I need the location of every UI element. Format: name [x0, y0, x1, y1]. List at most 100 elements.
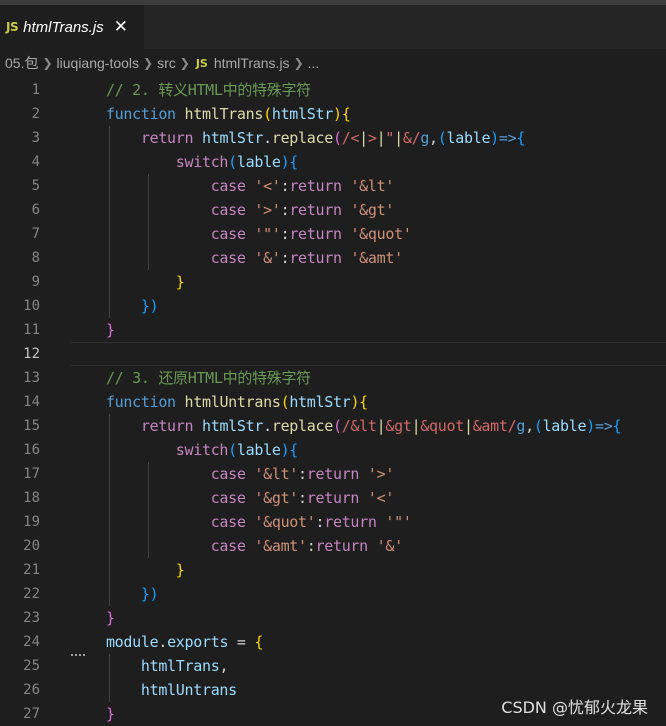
code-text: htmlUntrans — [140, 681, 237, 699]
line-number: 22 — [23, 586, 40, 602]
code-text: case '>':return '&gt' — [210, 201, 395, 219]
line-number: 17 — [23, 466, 40, 482]
line-number: 27 — [23, 706, 40, 722]
code-line[interactable]: 4 switch(lable){ — [0, 150, 666, 174]
code-line[interactable]: 17 case '&lt':return '>' — [0, 462, 666, 486]
code-text: switch(lable){ — [175, 153, 299, 171]
code-text: switch(lable){ — [175, 441, 299, 459]
code-text: function htmlUntrans(htmlStr){ — [105, 393, 368, 411]
tab-htmltrans-js[interactable]: JS htmlTrans.js ✕ — [0, 5, 144, 49]
code-line[interactable]: 8 case '&':return '&amt' — [0, 246, 666, 270]
line-number: 23 — [23, 610, 40, 626]
breadcrumb-item-project[interactable]: liuqiang-tools — [57, 55, 140, 71]
code-line[interactable]: 16 switch(lable){ — [0, 438, 666, 462]
line-number: 18 — [23, 490, 40, 506]
indent-guide — [148, 462, 149, 558]
indent-guide — [109, 654, 110, 702]
code-text: case '&amt':return '&' — [210, 537, 403, 555]
line-number: 1 — [31, 82, 40, 98]
line-number: 10 — [23, 298, 40, 314]
watermark: CSDN @忧郁火龙果 — [501, 698, 648, 717]
code-text: return htmlStr.replace(/&lt|&gt|&quot|&a… — [140, 417, 622, 435]
code-line[interactable]: 3 return htmlStr.replace(/<|>|"|&/g,(lab… — [0, 126, 666, 150]
tab-bar: JS htmlTrans.js ✕ — [0, 5, 666, 49]
chevron-right-icon: ❯ — [293, 56, 304, 70]
breadcrumb: 05.包 ❯ liuqiang-tools ❯ src ❯ JS htmlTra… — [0, 49, 666, 77]
line-number: 24 — [23, 634, 40, 650]
code-text: case '<':return '&lt' — [210, 177, 395, 195]
code-line[interactable]: 18 case '&gt':return '<' — [0, 486, 666, 510]
line-number: 16 — [23, 442, 40, 458]
line-number: 2 — [31, 106, 40, 122]
code-text: module.exports = { — [105, 633, 264, 651]
line-number: 21 — [23, 562, 40, 578]
code-line[interactable]: 24 module.exports = { — [0, 630, 666, 656]
breadcrumb-item-file[interactable]: htmlTrans.js — [214, 55, 290, 71]
close-icon[interactable]: ✕ — [114, 17, 128, 37]
code-line[interactable]: 23 } — [0, 606, 666, 630]
code-line[interactable]: 9 } — [0, 270, 666, 294]
code-text: htmlTrans, — [140, 657, 229, 675]
code-line[interactable]: 2 function htmlTrans(htmlStr){ — [0, 102, 666, 126]
javascript-file-icon: JS — [6, 20, 19, 34]
line-number: 8 — [31, 250, 40, 266]
breadcrumb-item-src[interactable]: src — [157, 55, 176, 71]
code-text: } — [105, 609, 115, 627]
indent-guide — [109, 414, 110, 606]
code-line[interactable]: 25 htmlTrans, — [0, 654, 666, 678]
line-number: 13 — [23, 370, 40, 386]
indent-guide — [148, 174, 149, 270]
line-number: 4 — [31, 154, 40, 170]
code-line[interactable]: 6 case '>':return '&gt' — [0, 198, 666, 222]
line-number: 9 — [31, 274, 40, 290]
line-number: 19 — [23, 514, 40, 530]
code-line[interactable]: 19 case '&quot':return '"' — [0, 510, 666, 534]
code-line[interactable]: 21 } — [0, 558, 666, 582]
code-text: function htmlTrans(htmlStr){ — [105, 105, 351, 123]
code-line[interactable]: 7 case '"':return '&quot' — [0, 222, 666, 246]
code-text: case '"':return '&quot' — [210, 225, 412, 243]
code-line[interactable]: 20 case '&amt':return '&' — [0, 534, 666, 558]
code-line[interactable]: 1 // 2. 转义HTML中的特殊字符 — [0, 78, 666, 102]
code-text: } — [105, 705, 115, 723]
code-line[interactable]: 13 // 3. 还原HTML中的特殊字符 — [0, 366, 666, 390]
line-number: 7 — [31, 226, 40, 242]
code-line[interactable]: 14 function htmlUntrans(htmlStr){ — [0, 390, 666, 414]
tab-title: htmlTrans.js — [23, 18, 104, 36]
line-number: 20 — [23, 538, 40, 554]
line-number: 26 — [23, 682, 40, 698]
code-text: case '&lt':return '>' — [210, 465, 395, 483]
code-line[interactable]: 11 } — [0, 318, 666, 342]
code-text: case '&':return '&amt' — [210, 249, 403, 267]
chevron-right-icon: ❯ — [143, 56, 154, 70]
code-line[interactable]: 5 case '<':return '&lt' — [0, 174, 666, 198]
line-number: 5 — [31, 178, 40, 194]
current-line-highlight — [71, 342, 666, 366]
chevron-right-icon: ❯ — [42, 56, 53, 70]
line-number: 15 — [23, 418, 40, 434]
code-editor[interactable]: 1 // 2. 转义HTML中的特殊字符 2 function htmlTrans… — [0, 78, 666, 725]
code-line[interactable]: 15 return htmlStr.replace(/&lt|&gt|&quot… — [0, 414, 666, 438]
line-number: 11 — [23, 322, 40, 338]
code-text: // 3. 还原HTML中的特殊字符 — [105, 369, 311, 387]
code-text: } — [175, 273, 185, 291]
code-text: // 2. 转义HTML中的特殊字符 — [105, 81, 311, 99]
breadcrumb-item-symbols[interactable]: ... — [308, 55, 320, 71]
code-text: } — [175, 561, 185, 579]
line-number: 14 — [23, 394, 40, 410]
line-number: 3 — [31, 130, 40, 146]
code-line[interactable]: 10 }) — [0, 294, 666, 318]
code-line[interactable]: 12 — [0, 342, 666, 366]
code-text: }) — [140, 297, 159, 315]
code-text: }) — [140, 585, 159, 603]
line-number: 12 — [23, 346, 40, 362]
breadcrumb-item-folder[interactable]: 05.包 — [5, 53, 38, 73]
line-number: 6 — [31, 202, 40, 218]
code-text: return htmlStr.replace(/<|>|"|&/g,(lable… — [140, 129, 526, 147]
line-number: 25 — [23, 658, 40, 674]
code-text: case '&gt':return '<' — [210, 489, 395, 507]
code-text: } — [105, 321, 115, 339]
javascript-file-icon: JS — [195, 56, 208, 70]
code-text: case '&quot':return '"' — [210, 513, 412, 531]
code-line[interactable]: 22 }) — [0, 582, 666, 606]
